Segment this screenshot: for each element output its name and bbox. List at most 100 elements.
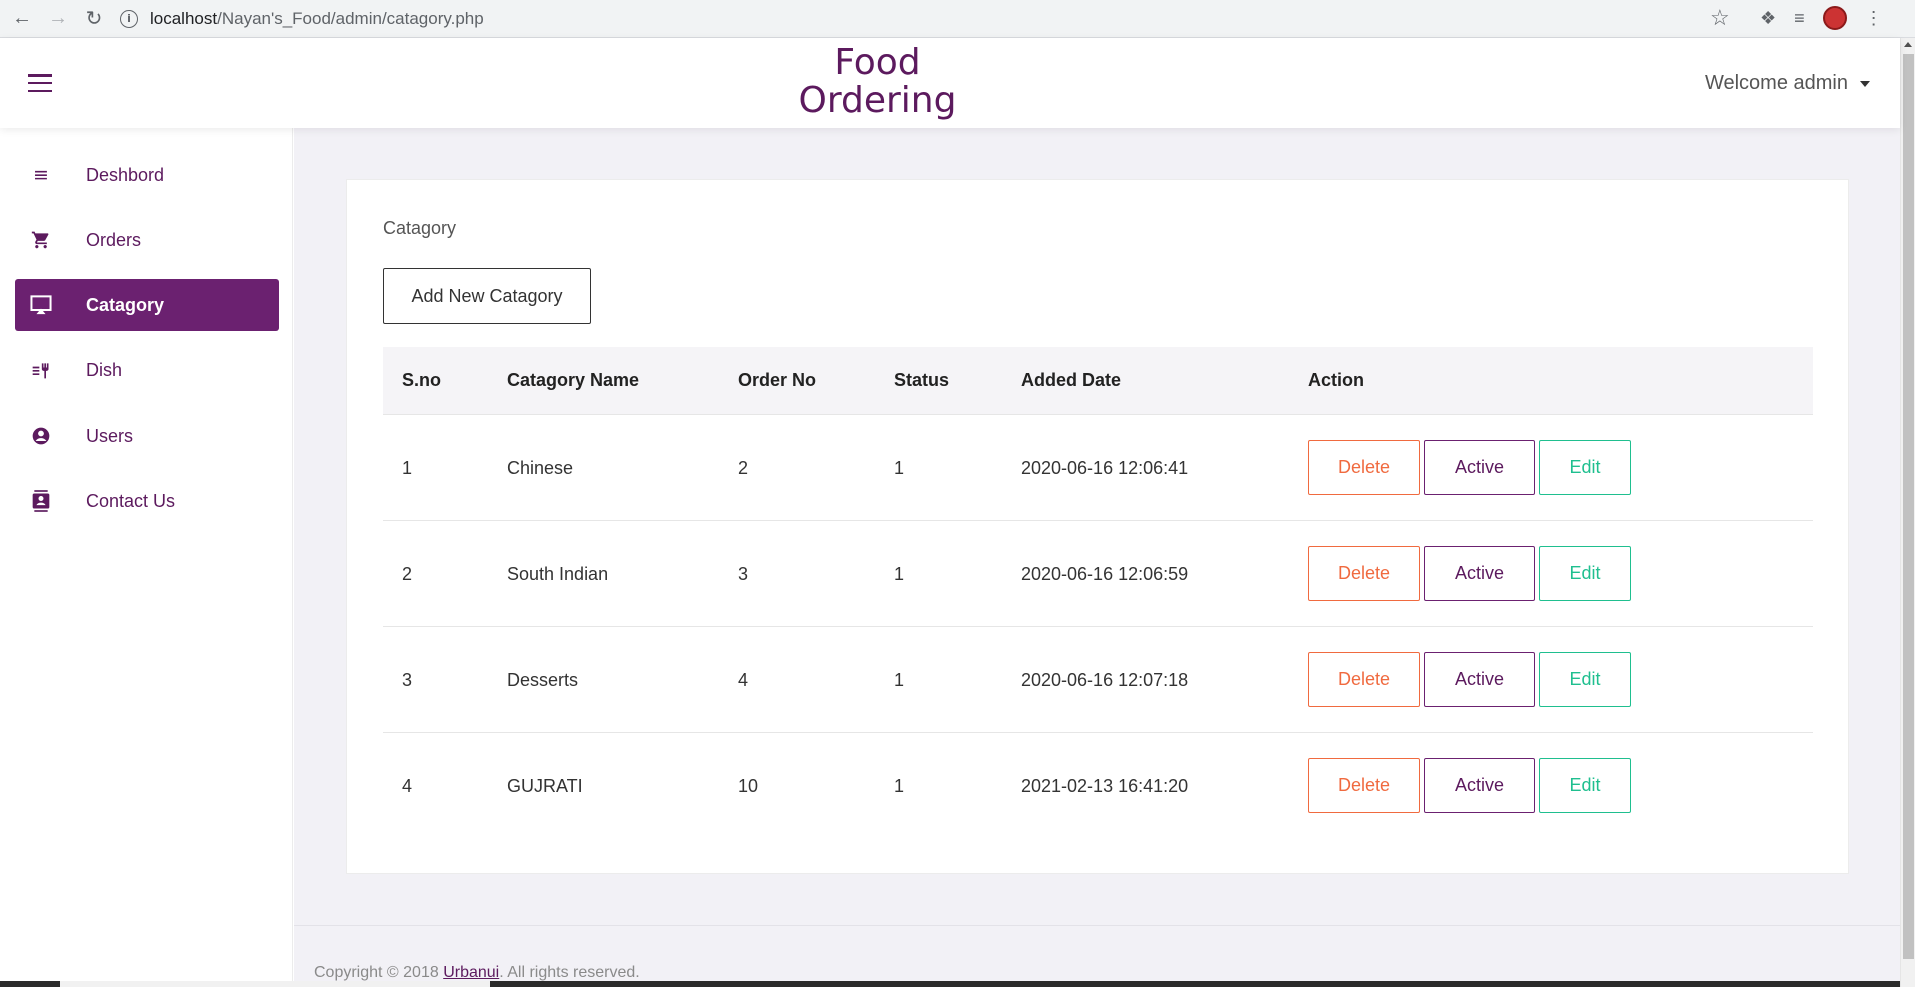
active-button[interactable]: Active: [1424, 652, 1535, 707]
table-header: S.no Catagory Name Order No Status Added…: [383, 347, 1813, 415]
th-order-no: Order No: [738, 370, 817, 390]
th-status: Status: [894, 370, 950, 390]
cell-order: 4: [738, 669, 749, 690]
cell-date: 2020-06-16 12:06:41: [1021, 457, 1189, 478]
th-added-date: Added Date: [1021, 370, 1122, 390]
row-actions: Delete Active Edit: [1308, 440, 1631, 495]
cell-date: 2021-02-13 16:41:20: [1021, 775, 1189, 796]
sidebar-item-label: Dish: [86, 359, 123, 380]
footer-divider: [294, 925, 1900, 926]
brand-logo[interactable]: Food Ordering: [790, 44, 965, 120]
edit-button[interactable]: Edit: [1539, 440, 1631, 495]
table-row: 4 GUJRATI 10 1 2021-02-13 16:41:20 Delet…: [383, 733, 1813, 839]
sidebar-item-contact-us[interactable]: Contact Us: [15, 475, 279, 527]
active-button[interactable]: Active: [1424, 440, 1535, 495]
active-button[interactable]: Active: [1424, 758, 1535, 813]
user-dropdown[interactable]: Welcome admin: [1705, 72, 1870, 95]
cart-icon: [28, 230, 54, 250]
cell-sno: 1: [402, 457, 413, 478]
footer: Copyright © 2018 Urbanui. All rights res…: [314, 964, 640, 982]
contact-card-icon: [28, 490, 54, 512]
delete-button[interactable]: Delete: [1308, 440, 1420, 495]
cell-sno: 3: [402, 669, 413, 690]
th-catagory-name: Catagory Name: [507, 370, 640, 390]
brand-line-1: Food: [834, 42, 921, 83]
sidebar-item-label: Catagory: [86, 294, 165, 315]
active-button[interactable]: Active: [1424, 546, 1535, 601]
cell-sno: 4: [402, 775, 413, 796]
edit-button[interactable]: Edit: [1539, 758, 1631, 813]
address-bar[interactable]: i localhost/Nayan's_Food/admin/catagory.…: [120, 4, 1730, 33]
sidebar-item-orders[interactable]: Orders: [15, 214, 279, 266]
cell-name: South Indian: [507, 563, 609, 584]
add-new-catagory-button[interactable]: Add New Catagory: [383, 268, 591, 324]
caret-down-icon: [1860, 80, 1870, 87]
menu-lines-icon: ≡: [33, 164, 49, 186]
cell-status: 1: [894, 563, 905, 584]
cell-date: 2020-06-16 12:07:18: [1021, 669, 1189, 690]
app-header: Food Ordering Welcome admin: [0, 38, 1900, 128]
sidebar-item-dish[interactable]: Dish: [15, 344, 279, 396]
delete-button[interactable]: Delete: [1308, 546, 1420, 601]
cell-order: 3: [738, 563, 749, 584]
extensions-icon[interactable]: ❖: [1760, 8, 1776, 29]
cell-name: Desserts: [507, 669, 579, 690]
edit-button[interactable]: Edit: [1539, 652, 1631, 707]
cell-order: 2: [738, 457, 749, 478]
scrollbar-thumb[interactable]: [1903, 54, 1914, 959]
reload-icon[interactable]: ↻: [80, 5, 108, 33]
row-actions: Delete Active Edit: [1308, 546, 1631, 601]
table-row: 3 Desserts 4 1 2020-06-16 12:07:18 Delet…: [383, 627, 1813, 733]
sidebar-item-label: Contact Us: [86, 490, 176, 511]
cell-status: 1: [894, 775, 905, 796]
cell-order: 10: [738, 775, 759, 796]
cell-sno: 2: [402, 563, 413, 584]
brand-line-2: Ordering: [798, 80, 957, 121]
cell-status: 1: [894, 457, 905, 478]
sidebar-item-label: Users: [86, 425, 134, 446]
sidebar-item-users[interactable]: Users: [15, 410, 279, 462]
cell-name: GUJRATI: [507, 775, 583, 796]
sidebar-item-deshbord[interactable]: ≡ Deshbord: [15, 149, 279, 201]
page-scrollbar[interactable]: [1900, 38, 1915, 987]
hamburger-menu-icon[interactable]: [28, 74, 52, 92]
delete-button[interactable]: Delete: [1308, 652, 1420, 707]
catagory-table: S.no Catagory Name Order No Status Added…: [383, 347, 1813, 839]
main-content: Catagory Add New Catagory S.no Catagory …: [294, 128, 1900, 987]
footer-link[interactable]: Urbanui: [443, 964, 499, 981]
cell-name: Chinese: [507, 457, 574, 478]
forward-icon[interactable]: →: [44, 5, 72, 33]
url-host: localhost: [150, 8, 218, 28]
th-action: Action: [1308, 370, 1364, 390]
th-sno: S.no: [402, 370, 441, 390]
welcome-text: Welcome admin: [1704, 72, 1848, 94]
sidebar-item-label: Orders: [86, 229, 142, 250]
footer-suffix: . All rights reserved.: [499, 964, 640, 981]
dish-icon: [28, 360, 54, 380]
user-circle-icon: [28, 426, 54, 446]
catagory-card: Catagory Add New Catagory S.no Catagory …: [346, 179, 1849, 874]
browser-menu-icon[interactable]: ⋮: [1865, 8, 1883, 29]
url-path: /Nayan's_Food/admin/catagory.php: [217, 8, 484, 28]
horizontal-scrollbar-thumb[interactable]: [60, 981, 490, 987]
sidebar-item-label: Deshbord: [86, 164, 165, 185]
monitor-icon: [28, 295, 54, 315]
sidebar: ≡ Deshbord Orders Catagory Dish Users Co…: [0, 128, 293, 987]
horizontal-scrollbar[interactable]: [0, 981, 1900, 987]
profile-avatar[interactable]: [1822, 6, 1847, 30]
table-row: 1 Chinese 2 1 2020-06-16 12:06:41 Delete…: [383, 415, 1813, 521]
sidebar-item-catagory[interactable]: Catagory: [15, 279, 279, 331]
footer-prefix: Copyright © 2018: [314, 964, 444, 981]
delete-button[interactable]: Delete: [1308, 758, 1420, 813]
edit-button[interactable]: Edit: [1539, 546, 1631, 601]
row-actions: Delete Active Edit: [1308, 652, 1631, 707]
browser-toolbar: ← → ↻ i localhost/Nayan's_Food/admin/cat…: [0, 0, 1915, 38]
reading-list-icon[interactable]: ≡: [1794, 8, 1805, 29]
cell-date: 2020-06-16 12:06:59: [1021, 563, 1189, 584]
bookmark-star-icon[interactable]: ☆: [1710, 5, 1730, 31]
row-actions: Delete Active Edit: [1308, 758, 1631, 813]
scroll-up-icon[interactable]: [1904, 42, 1912, 47]
site-info-icon[interactable]: i: [120, 9, 138, 28]
back-icon[interactable]: ←: [8, 5, 36, 33]
card-title: Catagory: [383, 218, 457, 238]
